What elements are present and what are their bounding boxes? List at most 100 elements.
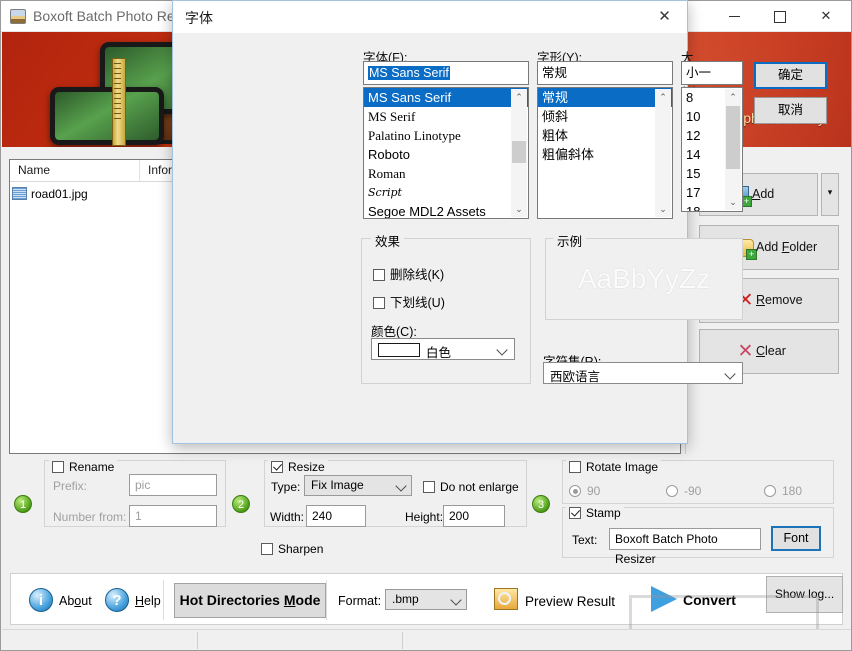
do-not-enlarge-checkbox-box[interactable] <box>423 481 435 493</box>
list-item[interactable]: MS Sans Serif <box>364 88 528 107</box>
height-label: Height: <box>405 510 443 524</box>
about-icon[interactable]: i <box>29 588 53 612</box>
list-item[interactable]: 常规 <box>538 88 672 107</box>
rename-label: Rename <box>69 460 114 474</box>
remove-button-label: Remove <box>756 293 803 307</box>
sharpen-checkbox-box[interactable] <box>261 543 273 555</box>
about-button[interactable]: About <box>59 594 92 608</box>
stamp-checkbox[interactable]: Stamp <box>566 506 624 520</box>
banner-ruler-icon <box>112 58 126 146</box>
font-family-list[interactable]: MS Sans Serif MS Serif Palatino Linotype… <box>363 87 529 219</box>
resize-type-label: Type: <box>271 480 300 494</box>
font-family-input[interactable]: MS Sans Serif <box>363 61 529 85</box>
number-from-input[interactable]: 1 <box>129 505 217 527</box>
scroll-down-icon[interactable]: ⌄ <box>511 201 527 217</box>
strikeout-checkbox[interactable]: 删除线(K) <box>373 264 444 283</box>
scroll-up-icon[interactable]: ⌃ <box>725 89 741 105</box>
scroll-down-icon[interactable]: ⌄ <box>725 194 741 210</box>
font-family-input-value: MS Sans Serif <box>368 66 450 80</box>
resize-checkbox[interactable]: Resize <box>268 460 328 474</box>
font-style-list-scrollbar[interactable]: ⌃ ⌄ <box>655 89 671 217</box>
stamp-label: Stamp <box>586 506 621 520</box>
script-select[interactable]: 西欧语言 <box>543 362 743 384</box>
radio-minus90[interactable] <box>666 485 678 497</box>
height-input[interactable]: 200 <box>443 505 505 527</box>
color-value: 白色 <box>426 342 451 361</box>
list-item[interactable]: 倾斜 <box>538 107 672 126</box>
font-dialog: 字体 ✕ 字体(F): MS Sans Serif MS Sans Serif … <box>172 0 688 444</box>
banner-photo-small <box>50 87 164 145</box>
list-item[interactable]: Roboto <box>364 145 528 164</box>
stamp-text-input[interactable]: Boxoft Batch Photo Resizer <box>609 528 761 550</box>
help-button[interactable]: Help <box>135 594 161 608</box>
strikeout-checkbox-box[interactable] <box>373 269 385 281</box>
font-size-list[interactable]: 8 10 12 14 15 17 18 ⌃ ⌄ <box>681 87 743 212</box>
rename-checkbox-box[interactable] <box>52 461 64 473</box>
step-badge-3: 3 <box>532 495 550 513</box>
list-item[interactable]: Roman <box>364 164 528 183</box>
do-not-enlarge-checkbox[interactable]: Do not enlarge <box>423 480 519 494</box>
list-item[interactable]: Segoe MDL2 Assets <box>364 202 528 219</box>
underline-label: 下划线(U) <box>390 296 445 310</box>
minimize-button[interactable] <box>711 1 757 31</box>
image-file-icon <box>12 187 27 200</box>
font-style-list[interactable]: 常规 倾斜 粗体 粗偏斜体 ⌃ ⌄ <box>537 87 673 219</box>
script-value: 西欧语言 <box>550 366 600 385</box>
list-item[interactable]: Palatino Linotype <box>364 126 528 145</box>
font-family-list-scrollbar[interactable]: ⌃ ⌄ <box>511 89 527 217</box>
rotate-image-checkbox[interactable]: Rotate Image <box>566 460 661 474</box>
scroll-up-icon[interactable]: ⌃ <box>655 89 671 105</box>
prefix-label: Prefix: <box>53 479 87 493</box>
close-button[interactable]: ✕ <box>803 1 849 31</box>
list-item[interactable]: MS Serif <box>364 107 528 126</box>
scrollbar-thumb[interactable] <box>512 141 526 163</box>
format-value: .bmp <box>392 592 419 606</box>
add-folder-button-label: Add Folder <box>756 240 817 254</box>
prefix-input[interactable]: pic <box>129 474 217 496</box>
resize-type-value: Fix Image <box>311 478 364 492</box>
rename-checkbox[interactable]: Rename <box>49 460 117 474</box>
maximize-button[interactable] <box>757 1 803 31</box>
list-item[interactable]: 粗偏斜体 <box>538 145 672 164</box>
column-header-name[interactable]: Name <box>10 160 140 181</box>
font-size-list-scrollbar[interactable]: ⌃ ⌄ <box>725 89 741 210</box>
radio-180[interactable] <box>764 485 776 497</box>
rotate-image-checkbox-box[interactable] <box>569 461 581 473</box>
scroll-down-icon[interactable]: ⌄ <box>655 201 671 217</box>
font-size-input[interactable]: 小一 <box>681 61 743 85</box>
help-icon[interactable]: ? <box>105 588 129 612</box>
divider <box>402 632 403 649</box>
sharpen-checkbox[interactable]: Sharpen <box>261 542 323 556</box>
chevron-down-icon: ▾ <box>822 187 838 198</box>
resize-type-select[interactable]: Fix Image <box>304 475 412 496</box>
width-input[interactable]: 240 <box>306 505 366 527</box>
underline-checkbox-box[interactable] <box>373 297 385 309</box>
scroll-up-icon[interactable]: ⌃ <box>511 89 527 105</box>
stamp-checkbox-box[interactable] <box>569 507 581 519</box>
font-dialog-title: 字体 <box>185 8 213 28</box>
table-row[interactable]: road01.jpg <box>12 186 88 202</box>
font-button[interactable]: Font <box>771 526 821 551</box>
rotate-option-90[interactable]: 90 <box>569 484 600 498</box>
list-item[interactable]: Script <box>364 183 528 202</box>
scrollbar-thumb[interactable] <box>726 106 740 169</box>
list-item[interactable]: 粗体 <box>538 126 672 145</box>
radio-90[interactable] <box>569 485 581 497</box>
font-style-input[interactable]: 常规 <box>537 61 673 85</box>
file-name: road01.jpg <box>31 187 88 201</box>
rotate-option-minus90[interactable]: -90 <box>666 484 701 498</box>
preview-magnifier-icon[interactable] <box>494 588 518 610</box>
add-dropdown-button[interactable]: ▾ <box>821 173 839 216</box>
rotate-option-180[interactable]: 180 <box>764 484 802 498</box>
format-select[interactable]: .bmp <box>385 589 467 610</box>
cancel-button[interactable]: 取消 <box>754 97 827 124</box>
resize-checkbox-box[interactable] <box>271 461 283 473</box>
hot-directories-mode-button[interactable]: Hot Directories Mode <box>174 583 326 618</box>
color-select[interactable]: 白色 <box>371 338 515 360</box>
chevron-down-icon <box>496 344 507 355</box>
font-dialog-titlebar: 字体 ✕ <box>173 1 687 33</box>
preview-result-button[interactable]: Preview Result <box>525 594 615 609</box>
ok-button[interactable]: 确定 <box>754 62 827 89</box>
underline-checkbox[interactable]: 下划线(U) <box>373 292 445 311</box>
font-dialog-close-icon[interactable]: ✕ <box>642 1 687 32</box>
